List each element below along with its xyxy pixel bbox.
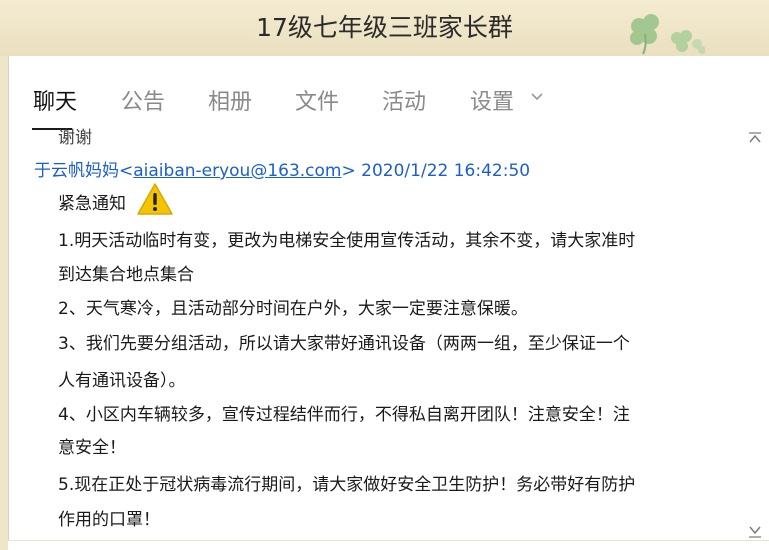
tab-album[interactable]: 相册 bbox=[208, 84, 252, 116]
tab-activities[interactable]: 活动 bbox=[382, 84, 426, 116]
title-bar: 17级七年级三班家长群 bbox=[0, 0, 769, 56]
clover-decoration-icon bbox=[630, 14, 705, 55]
tab-files[interactable]: 文件 bbox=[295, 84, 339, 116]
warning-icon bbox=[137, 183, 173, 215]
message-line: 意安全！ bbox=[58, 438, 126, 458]
tab-chat[interactable]: 聊天 bbox=[33, 84, 77, 116]
scroll-down-icon[interactable] bbox=[748, 524, 762, 538]
message-timestamp: 2020/1/22 16:42:50 bbox=[361, 161, 531, 181]
message-line: 作用的口罩！ bbox=[58, 510, 160, 530]
message-title: 紧急通知 bbox=[58, 194, 126, 214]
message-line: 4、小区内车辆较多，宣传过程结伴而行，不得私自离开团队！注意安全！注 bbox=[58, 405, 630, 425]
message-line: 5.现在正处于冠状病毒流行期间，请大家做好安全卫生防护！务必带好有防护 bbox=[58, 475, 636, 495]
sender-email-link[interactable]: aiaiban-eryou@163.com bbox=[133, 161, 341, 181]
message-line: 2、天气寒冷，且活动部分时间在户外，大家一定要注意保暖。 bbox=[58, 299, 528, 319]
message-line: 3、我们先要分组活动，所以请大家带好通讯设备（两两一组，至少保证一个 bbox=[58, 334, 630, 354]
tab-bar: 聊天 公告 相册 文件 活动 设置 bbox=[9, 56, 769, 130]
message-line: 1.明天活动临时有变，更改为电梯安全使用宣传活动，其余不变，请大家准时 bbox=[58, 231, 636, 251]
email-open-bracket: < bbox=[119, 161, 134, 181]
message-line: 到达集合地点集合 bbox=[58, 265, 194, 285]
chevron-down-icon[interactable] bbox=[530, 92, 544, 102]
message-header: 于云帆妈妈<aiaiban-eryou@163.com> 2020/1/22 1… bbox=[34, 156, 530, 181]
message-line: 人有通讯设备）。 bbox=[58, 371, 186, 391]
tab-announcement[interactable]: 公告 bbox=[121, 84, 165, 116]
email-close-bracket: > bbox=[341, 161, 356, 181]
previous-message-text: 谢谢 bbox=[58, 128, 92, 148]
scroll-up-icon[interactable] bbox=[748, 132, 762, 146]
sender-name[interactable]: 于云帆妈妈 bbox=[34, 161, 119, 181]
tab-settings[interactable]: 设置 bbox=[470, 84, 514, 116]
